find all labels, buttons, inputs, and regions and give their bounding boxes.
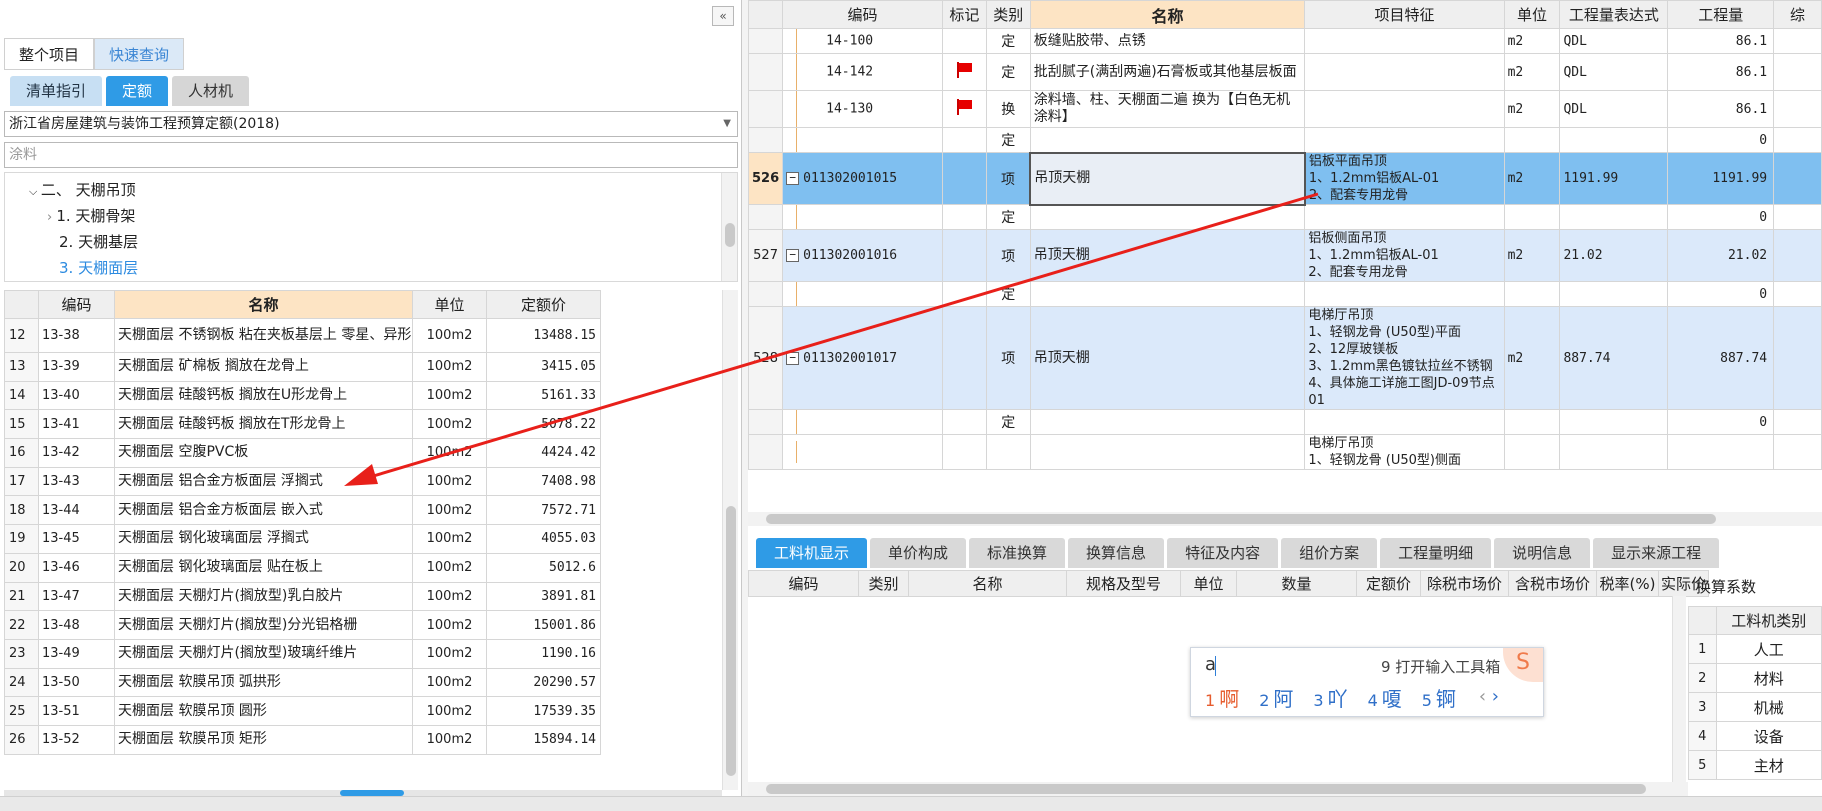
arrow-head	[344, 464, 378, 486]
arrow-annotation	[344, 192, 1319, 486]
app-window: « 整个项目 快速查询 清单指引 定额 人材机 浙江省房屋建筑与装饰工程预算定额…	[0, 0, 1822, 811]
arrow-line	[359, 192, 1319, 482]
status-strip	[0, 796, 1822, 811]
